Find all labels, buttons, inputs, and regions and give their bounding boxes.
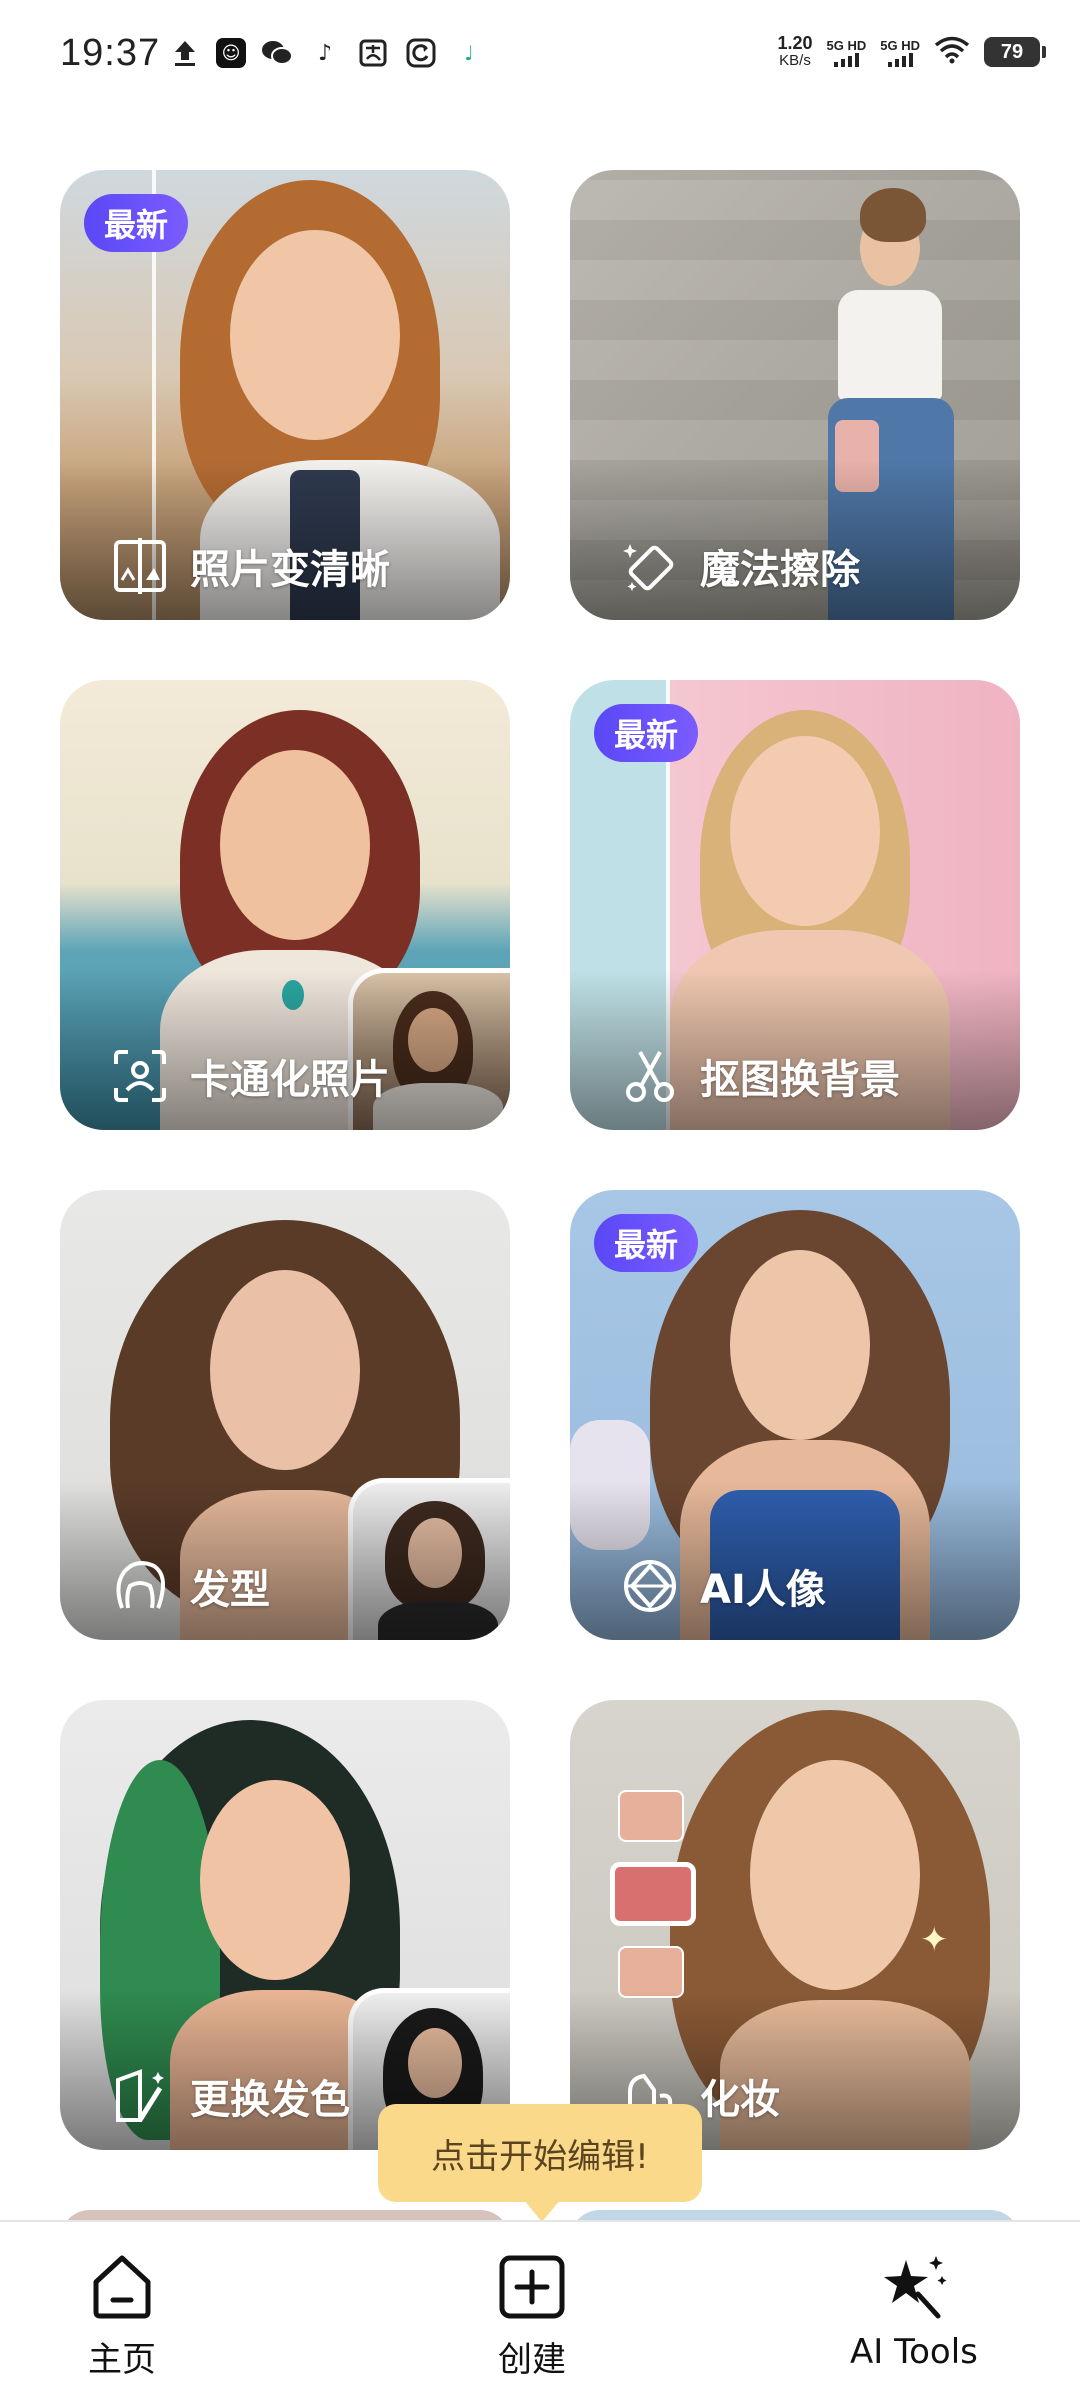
hairstyle-icon xyxy=(116,1561,165,1609)
card-label: 魔法擦除 xyxy=(700,547,860,593)
wechat-icon xyxy=(260,36,294,70)
home-icon xyxy=(93,2255,151,2319)
new-badge: 最新 xyxy=(84,194,189,252)
ai-portrait-icon xyxy=(624,1560,676,1612)
scissors-icon xyxy=(626,1051,674,1102)
network-speed: 1.20 KB/s xyxy=(777,34,812,70)
network-speed-unit: KB/s xyxy=(779,52,811,69)
hair-color-icon xyxy=(116,2069,164,2122)
tiktok-icon: ♪ xyxy=(317,40,333,66)
alipay-icon xyxy=(356,36,390,70)
sim1-label: 5G HD xyxy=(826,37,867,53)
bottom-navigation: 主页 创建 AI Tools xyxy=(0,2220,1080,2400)
card-makeup[interactable]: ✦ 化妆 xyxy=(570,1700,1020,2150)
nav-create[interactable]: 创建 xyxy=(496,2250,568,2381)
status-time: 19:37 xyxy=(60,32,161,74)
add-icon xyxy=(499,2255,565,2319)
refresh-app-icon xyxy=(404,36,438,70)
notification-icons: ☺ ♪ ♩ xyxy=(168,36,486,70)
card-label: 卡通化照片 xyxy=(190,1057,390,1103)
enhance-photo-icon xyxy=(114,538,166,594)
card-background-swap[interactable]: 最新 抠图换背景 xyxy=(570,680,1020,1130)
card-caption: 更换发色 xyxy=(110,2066,350,2126)
face-scan-icon xyxy=(114,1050,166,1102)
nav-ai-tools[interactable]: AI Tools xyxy=(850,2250,978,2372)
card-ai-portrait[interactable]: 最新 AI人像 xyxy=(570,1190,1020,1640)
card-caption: AI人像 xyxy=(620,1556,826,1616)
card-label: 更换发色 xyxy=(190,2077,350,2123)
card-photo-enhance[interactable]: 最新 照片变清晰 xyxy=(60,170,510,620)
sim1-signal: 5G HD xyxy=(826,37,867,67)
sim2-label: 5G HD xyxy=(880,37,920,53)
magic-wand-icon xyxy=(883,2256,947,2319)
card-label: 抠图换背景 xyxy=(700,1057,900,1103)
music-icon: ♩ xyxy=(464,41,474,65)
create-tooltip[interactable]: 点击开始编辑! xyxy=(378,2104,702,2222)
new-badge: 最新 xyxy=(594,1214,699,1272)
card-caption: 抠图换背景 xyxy=(620,1046,900,1106)
card-label: 发型 xyxy=(190,1567,270,1613)
system-status: 1.20 KB/s 5G HD 5G HD 79 xyxy=(777,34,1046,70)
card-label: 照片变清晰 xyxy=(190,547,390,593)
nav-home[interactable]: 主页 xyxy=(86,2250,158,2381)
card-magic-eraser[interactable]: 魔法擦除 xyxy=(570,170,1020,620)
sim2-signal: 5G HD xyxy=(880,38,920,67)
card-caption: 卡通化照片 xyxy=(110,1046,390,1106)
signal-bars-icon xyxy=(887,52,913,67)
signal-bars-icon xyxy=(833,52,859,67)
card-hairstyle[interactable]: 发型 xyxy=(60,1190,510,1640)
network-speed-value: 1.20 xyxy=(777,33,813,53)
card-caption: 照片变清晰 xyxy=(110,536,390,596)
card-label: 化妆 xyxy=(700,2077,780,2123)
nav-ai-tools-label: AI Tools xyxy=(850,2332,978,2372)
card-label: AI人像 xyxy=(700,1567,826,1613)
feature-grid: 最新 照片变清晰 魔法擦除 卡通化照片 最新 抠图换背景 发型 最新 AI人像 … xyxy=(60,170,1020,2150)
status-bar: 19:37 ☺ ♪ ♩ 1.20 KB/s 5G HD 5G HD 79 xyxy=(0,0,1080,110)
nav-create-label: 创建 xyxy=(498,2340,566,2380)
battery-icon: 79 xyxy=(984,37,1046,67)
nav-home-label: 主页 xyxy=(88,2340,156,2380)
card-caption: 魔法擦除 xyxy=(620,536,860,596)
card-caption: 发型 xyxy=(110,1556,270,1616)
wifi-icon xyxy=(934,36,970,68)
magic-eraser-icon xyxy=(623,544,674,591)
card-cartoonize[interactable]: 卡通化照片 xyxy=(60,680,510,1130)
new-badge: 最新 xyxy=(594,704,699,762)
app-icon: ☺ xyxy=(216,38,246,68)
card-hair-color[interactable]: 更换发色 xyxy=(60,1700,510,2150)
upload-icon xyxy=(168,36,202,70)
